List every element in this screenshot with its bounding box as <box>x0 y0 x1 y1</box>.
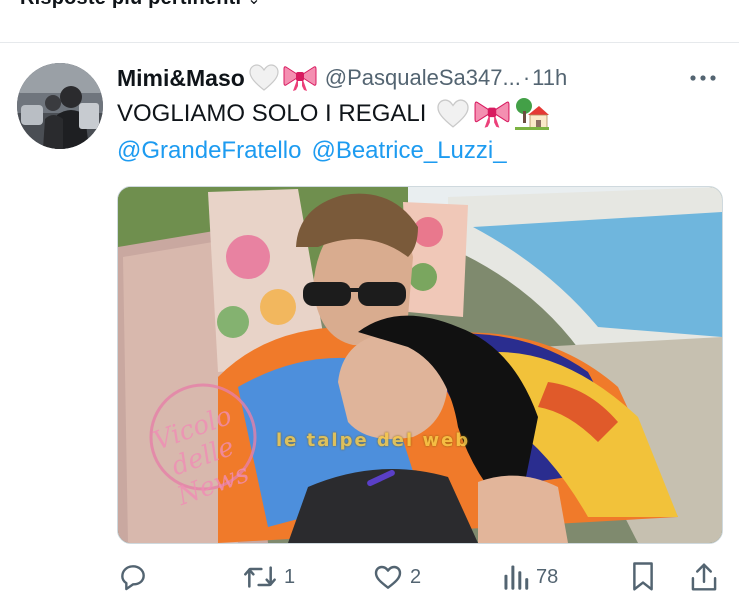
ribbon-icon <box>283 64 317 92</box>
reply-button[interactable] <box>117 557 149 597</box>
mention-link[interactable]: @GrandeFratello <box>117 137 301 165</box>
tweet-photo[interactable]: Vicolo delle News le talpe del web <box>117 186 723 544</box>
sort-replies-label[interactable]: Risposte più pertinenti ⌄ <box>20 0 261 10</box>
house-with-garden-icon <box>514 97 550 131</box>
share-icon <box>689 561 719 593</box>
bookmark-icon <box>629 561 657 593</box>
heart-icon <box>372 561 404 593</box>
chevron-down-icon: ⌄ <box>247 0 261 8</box>
views-icon <box>502 562 530 592</box>
display-name[interactable]: Mimi&Maso <box>117 65 245 92</box>
retweet-icon <box>242 561 278 593</box>
sort-replies-text: Risposte più pertinenti <box>20 0 241 9</box>
tweet[interactable]: Mimi&Maso @PasqualeSa347... · 11h VOGLIA… <box>0 43 739 612</box>
timestamp[interactable]: 11h <box>532 65 567 91</box>
white-heart-icon <box>436 99 470 129</box>
like-button[interactable]: 2 <box>372 557 421 597</box>
share-button[interactable] <box>689 557 719 597</box>
like-count: 2 <box>410 565 422 588</box>
mention-link[interactable]: @Beatrice_Luzzi_ <box>311 137 506 165</box>
views-count: 78 <box>536 565 559 588</box>
separator-dot: · <box>522 65 531 90</box>
tweet-text-content: VOGLIAMO SOLO I REGALI <box>117 100 427 127</box>
avatar[interactable] <box>17 63 103 149</box>
tweet-header: Mimi&Maso @PasqualeSa347... · 11h <box>117 61 727 95</box>
more-options-icon[interactable] <box>687 67 719 89</box>
tweet-actions: 1 2 78 <box>117 557 721 597</box>
watermark-center: le talpe del web <box>276 430 471 451</box>
mentions: @GrandeFratello @Beatrice_Luzzi_ <box>117 135 517 167</box>
views-button[interactable]: 78 <box>502 557 558 597</box>
sort-replies-bar[interactable]: Risposte più pertinenti ⌄ <box>0 0 739 43</box>
retweet-button[interactable]: 1 <box>242 557 295 597</box>
white-heart-icon <box>249 64 279 92</box>
retweet-count: 1 <box>284 565 296 588</box>
tweet-text: VOGLIAMO SOLO I REGALI <box>117 98 550 130</box>
ribbon-icon <box>474 99 510 129</box>
handle[interactable]: @PasqualeSa347... <box>325 65 521 91</box>
bookmark-button[interactable] <box>629 557 657 597</box>
reply-icon <box>117 561 149 593</box>
